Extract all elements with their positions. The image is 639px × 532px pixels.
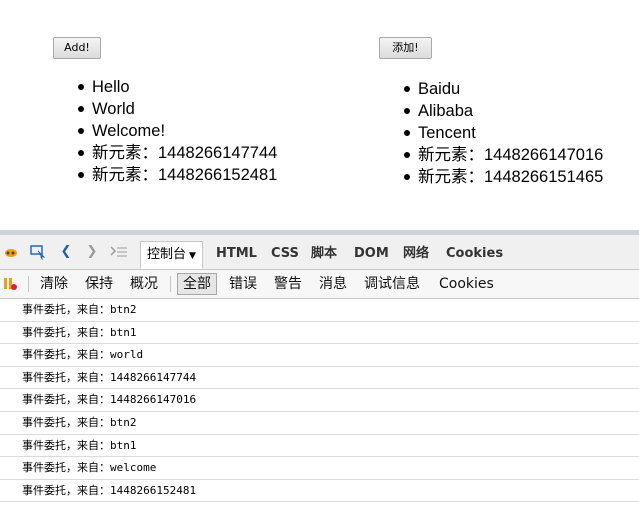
- list-right: Baidu Alibaba Tencent 新元素：1448266147016 …: [404, 78, 603, 188]
- list-item[interactable]: 新元素：1448266147744: [78, 142, 277, 164]
- console-toolbar: 清除 保持 概况 全部 错误 警告 消息 调试信息 Cookies: [0, 270, 639, 299]
- log-source: 1448266147744: [110, 370, 197, 384]
- log-prefix: 事件委托，来自：: [22, 415, 110, 429]
- tab-html[interactable]: HTML: [216, 241, 257, 269]
- filter-all-button[interactable]: 全部: [177, 273, 217, 295]
- log-source: btn1: [110, 325, 137, 339]
- list-item[interactable]: World: [78, 98, 277, 120]
- log-row: 事件委托，来自：welcome: [0, 457, 639, 480]
- log-prefix: 事件委托，来自：: [22, 325, 110, 339]
- filter-cookies-button[interactable]: Cookies: [439, 273, 494, 295]
- list-item[interactable]: Baidu: [404, 78, 603, 100]
- firebug-icon[interactable]: [3, 244, 19, 260]
- filter-errors-button[interactable]: 错误: [229, 273, 257, 295]
- tab-dom[interactable]: DOM: [354, 241, 389, 269]
- log-prefix: 事件委托，来自：: [22, 393, 110, 407]
- tab-css[interactable]: CSS: [271, 241, 299, 269]
- log-row: 事件委托，来自：1448266147744: [0, 367, 639, 390]
- add-button[interactable]: Add!: [53, 37, 101, 59]
- devtools-panel: ❮ ❯ 控制台 ▼ HTML CSS 脚本 DOM 网络 Cookies 清除 保…: [0, 230, 639, 532]
- tab-network[interactable]: 网络: [403, 241, 429, 269]
- log-row: 事件委托，来自：1448266147016: [0, 389, 639, 412]
- log-prefix: 事件委托，来自：: [22, 303, 110, 316]
- tab-console-label: 控制台: [147, 247, 187, 262]
- list-item[interactable]: 新元素：1448266147016: [404, 144, 603, 166]
- inspect-icon[interactable]: [30, 244, 46, 260]
- log-row: 事件委托，来自：btn2: [0, 412, 639, 435]
- toolbar-separator: [28, 276, 29, 292]
- log-source: 1448266147016: [110, 393, 197, 407]
- filter-info-button[interactable]: 消息: [319, 273, 347, 295]
- list-item[interactable]: Alibaba: [404, 100, 603, 122]
- tab-cookies[interactable]: Cookies: [446, 241, 503, 269]
- list-item[interactable]: 新元素：1448266152481: [78, 164, 277, 186]
- list-item[interactable]: Tencent: [404, 122, 603, 144]
- log-prefix: 事件委托，来自：: [22, 348, 110, 362]
- log-prefix: 事件委托，来自：: [22, 438, 110, 452]
- log-row: 事件委托，来自：world: [0, 344, 639, 367]
- log-source: 1448266152481: [110, 483, 197, 497]
- chevron-down-icon: ▼: [189, 251, 196, 261]
- toolbar-separator: [170, 276, 171, 292]
- console-log: 事件委托，来自：btn2 事件委托，来自：btn1 事件委托，来自：world …: [0, 299, 639, 503]
- back-icon[interactable]: ❮: [58, 244, 74, 260]
- forward-icon[interactable]: ❯: [84, 244, 100, 260]
- pause-on-error-icon[interactable]: [2, 276, 18, 292]
- command-line-icon[interactable]: [110, 244, 127, 260]
- log-source: btn1: [110, 438, 137, 452]
- devtools-tab-bar: ❮ ❯ 控制台 ▼ HTML CSS 脚本 DOM 网络 Cookies: [0, 235, 639, 270]
- tab-console[interactable]: 控制台 ▼: [140, 241, 203, 269]
- log-source: welcome: [110, 461, 157, 475]
- list-item[interactable]: Hello: [78, 76, 277, 98]
- filter-warnings-button[interactable]: 警告: [274, 273, 302, 295]
- log-row: 事件委托，来自：btn1: [0, 322, 639, 345]
- log-prefix: 事件委托，来自：: [22, 483, 110, 497]
- list-item[interactable]: 新元素：1448266151465: [404, 166, 603, 188]
- log-row: 事件委托，来自：1448266152481: [0, 480, 639, 503]
- log-source: world: [110, 348, 144, 362]
- list-left: Hello World Welcome! 新元素：1448266147744 新…: [78, 76, 277, 186]
- add-button-chinese[interactable]: 添加!: [379, 37, 432, 59]
- log-row: 事件委托，来自：btn2: [0, 299, 639, 322]
- log-row: 事件委托，来自：btn1: [0, 435, 639, 458]
- persist-button[interactable]: 保持: [85, 273, 113, 295]
- list-item[interactable]: Welcome!: [78, 120, 277, 142]
- log-source: btn2: [110, 415, 137, 429]
- log-source: btn2: [110, 303, 137, 316]
- tab-script[interactable]: 脚本: [311, 241, 337, 269]
- profile-button[interactable]: 概况: [130, 273, 158, 295]
- log-prefix: 事件委托，来自：: [22, 461, 110, 475]
- log-prefix: 事件委托，来自：: [22, 370, 110, 384]
- clear-button[interactable]: 清除: [40, 273, 68, 295]
- filter-debug-button[interactable]: 调试信息: [364, 273, 420, 295]
